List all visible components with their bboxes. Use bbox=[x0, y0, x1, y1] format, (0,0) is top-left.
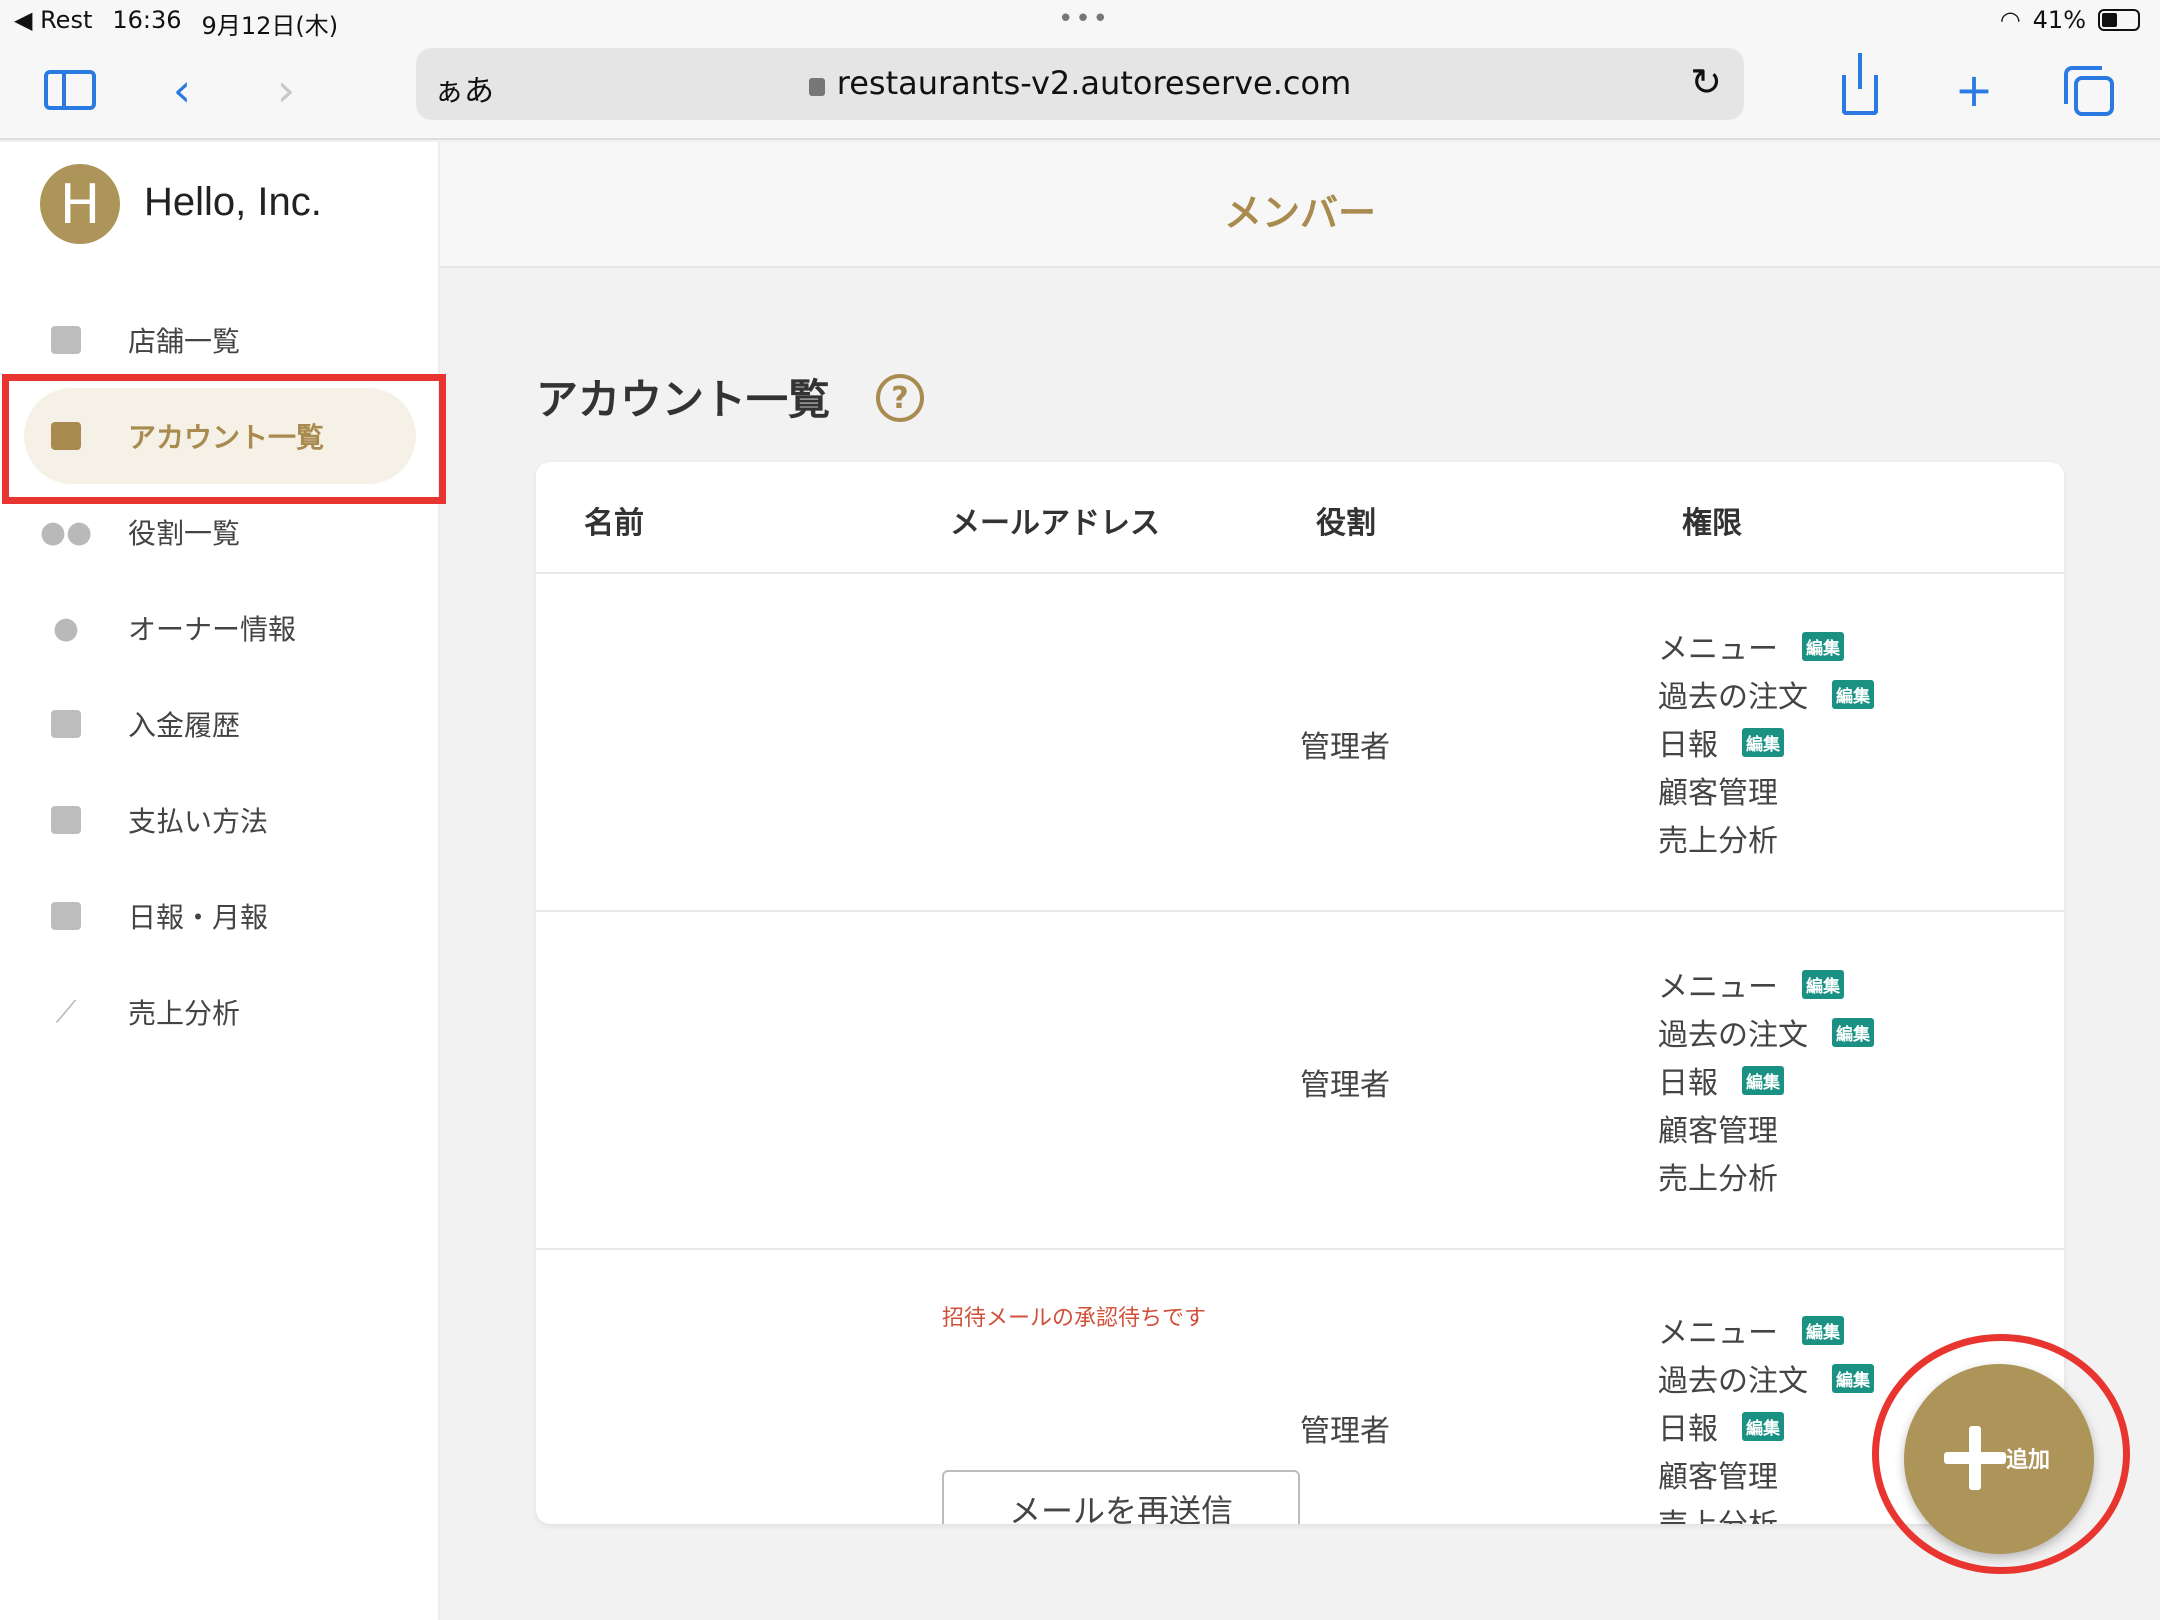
section-title: アカウント一覧 bbox=[536, 375, 831, 424]
sidebar-item-label: 日報・月報 bbox=[128, 901, 269, 934]
edit-badge: 編集 bbox=[1802, 631, 1844, 661]
company-name: Hello, Inc. bbox=[144, 180, 322, 224]
permission-label: 日報 bbox=[1658, 1412, 1718, 1447]
role-cell: 管理者 bbox=[1300, 730, 1390, 765]
lock-icon bbox=[808, 78, 825, 96]
permissions-cell: メニュー編集 過去の注文編集 日報編集 顧客管理 売上分析 bbox=[1658, 1306, 1874, 1524]
edit-badge: 編集 bbox=[1742, 1411, 1784, 1441]
permission-label: 売上分析 bbox=[1658, 824, 1778, 859]
status-time: 16:36 bbox=[112, 6, 182, 34]
new-tab-icon[interactable]: + bbox=[1942, 58, 2006, 122]
wifi-icon: ◠ bbox=[1999, 6, 2021, 34]
sidebar-item-label: 役割一覧 bbox=[128, 517, 241, 550]
calendar-icon bbox=[48, 324, 84, 356]
permission-label: メニュー bbox=[1658, 1316, 1778, 1351]
reload-icon[interactable]: ↻ bbox=[1690, 60, 1722, 104]
highlight-annotation bbox=[2, 374, 446, 504]
sidebar-item-owner[interactable]: ● オーナー情報 bbox=[24, 580, 416, 676]
sidebar-item-payment[interactable]: 支払い方法 bbox=[24, 772, 416, 868]
brand: H Hello, Inc. bbox=[0, 142, 440, 268]
back-to-app[interactable]: ◀ Rest bbox=[14, 6, 92, 41]
url-text: restaurants-v2.autoreserve.com bbox=[836, 64, 1352, 102]
multitask-dots-icon[interactable]: ••• bbox=[1058, 4, 1110, 34]
users-icon: ●● bbox=[39, 514, 93, 550]
money-icon bbox=[48, 708, 84, 740]
edit-badge: 編集 bbox=[1742, 1065, 1784, 1095]
sidebar-toggle-icon[interactable] bbox=[38, 58, 102, 122]
permission-label: 顧客管理 bbox=[1658, 1114, 1778, 1149]
table-row[interactable]: 招待メールの承認待ちです メールを再送信 管理者 メニュー 編集 過去の注文 編集 … bbox=[536, 1250, 2064, 1524]
pending-invite-text: 招待メールの承認待ちです bbox=[942, 1306, 1207, 1331]
avatar: H bbox=[40, 164, 120, 244]
sidebar-item-label: 入金履歴 bbox=[128, 709, 241, 742]
permissions-cell: メニュー編集 過去の注文編集 日報編集 顧客管理 売上分析 bbox=[1658, 622, 1874, 862]
permissions-cell: メニュー編集 過去の注文編集 日報編集 顧客管理 売上分析 bbox=[1658, 960, 1874, 1200]
battery-icon bbox=[2098, 9, 2140, 31]
edit-badge: 編集 bbox=[1802, 969, 1844, 999]
sidebar-item-label: 売上分析 bbox=[128, 997, 241, 1030]
clipboard-icon bbox=[48, 900, 84, 932]
table-row[interactable]: 管理者 メニュー 編集 過去の注文 編集 日報 編集 顧客管理 売上分析 bbox=[536, 912, 2064, 1250]
resend-email-button[interactable]: メールを再送信 bbox=[942, 1470, 1300, 1524]
table-header: 名前 メールアドレス 役割 権限 bbox=[536, 462, 2064, 574]
permission-label: 過去の注文 bbox=[1658, 680, 1808, 715]
column-header-name: 名前 bbox=[584, 506, 644, 541]
permission-label: 日報 bbox=[1658, 1066, 1718, 1101]
column-header-email: メールアドレス bbox=[950, 506, 1160, 541]
permission-label: 売上分析 bbox=[1658, 1162, 1778, 1197]
permission-label: 過去の注文 bbox=[1658, 1018, 1808, 1053]
permission-label: メニュー bbox=[1658, 632, 1778, 667]
sidebar-item-label: オーナー情報 bbox=[128, 613, 297, 646]
sidebar-item-reports[interactable]: 日報・月報 bbox=[24, 868, 416, 964]
credit-card-icon bbox=[48, 804, 84, 836]
browser-toolbar: ‹ › ぁあ restaurants-v2.autoreserve.com ↻ … bbox=[0, 40, 2160, 140]
help-icon[interactable]: ? bbox=[876, 374, 924, 422]
page-title: メンバー bbox=[1223, 191, 1376, 235]
permission-label: 日報 bbox=[1658, 728, 1718, 763]
permission-label: 過去の注文 bbox=[1658, 1364, 1808, 1399]
app-header: H Hello, Inc. メンバー bbox=[0, 142, 2160, 268]
edit-badge: 編集 bbox=[1832, 1363, 1874, 1393]
sidebar-item-sales[interactable]: ⟋ 売上分析 bbox=[24, 964, 416, 1060]
accounts-table: 名前 メールアドレス 役割 権限 管理者 メニュー 編集 過去の注文 編集 日報 編集… bbox=[536, 462, 2064, 1524]
sidebar-item-deposits[interactable]: 入金履歴 bbox=[24, 676, 416, 772]
permission-label: 顧客管理 bbox=[1658, 776, 1778, 811]
status-date: 9月12日(木) bbox=[201, 12, 339, 40]
edit-badge: 編集 bbox=[1832, 1017, 1874, 1047]
edit-badge: 編集 bbox=[1742, 727, 1784, 757]
permission-label: 売上分析 bbox=[1658, 1500, 1778, 1524]
forward-icon[interactable]: › bbox=[254, 58, 318, 122]
back-icon[interactable]: ‹ bbox=[150, 58, 214, 122]
permission-label: 顧客管理 bbox=[1658, 1460, 1778, 1495]
sidebar-item-label: 店舗一覧 bbox=[128, 325, 241, 358]
role-cell: 管理者 bbox=[1300, 1068, 1390, 1103]
role-cell: 管理者 bbox=[1300, 1414, 1390, 1449]
sidebar-item-label: 支払い方法 bbox=[128, 805, 269, 838]
edit-badge: 編集 bbox=[1802, 1315, 1844, 1345]
owner-icon: ● bbox=[52, 610, 80, 646]
edit-badge: 編集 bbox=[1832, 679, 1874, 709]
battery-percent: 41% bbox=[2032, 6, 2086, 34]
add-button-label: 追加 bbox=[2006, 1448, 2051, 1473]
permission-label: メニュー bbox=[1658, 970, 1778, 1005]
status-bar: ◀ Rest 16:36 9月12日(木) ••• ◠ 41% bbox=[0, 0, 2160, 40]
add-account-button[interactable]: 追加 bbox=[1904, 1364, 2094, 1554]
table-row[interactable]: 管理者 メニュー 編集 過去の注文 編集 日報 編集 顧客管理 売上分析 bbox=[536, 574, 2064, 912]
tabs-overview-icon[interactable] bbox=[2058, 58, 2122, 122]
chart-icon: ⟋ bbox=[55, 994, 77, 1030]
column-header-role: 役割 bbox=[1316, 506, 1376, 541]
column-header-permissions: 権限 bbox=[1682, 506, 1742, 541]
share-icon[interactable] bbox=[1828, 53, 1892, 122]
address-bar[interactable]: ぁあ restaurants-v2.autoreserve.com ↻ bbox=[416, 48, 1744, 120]
